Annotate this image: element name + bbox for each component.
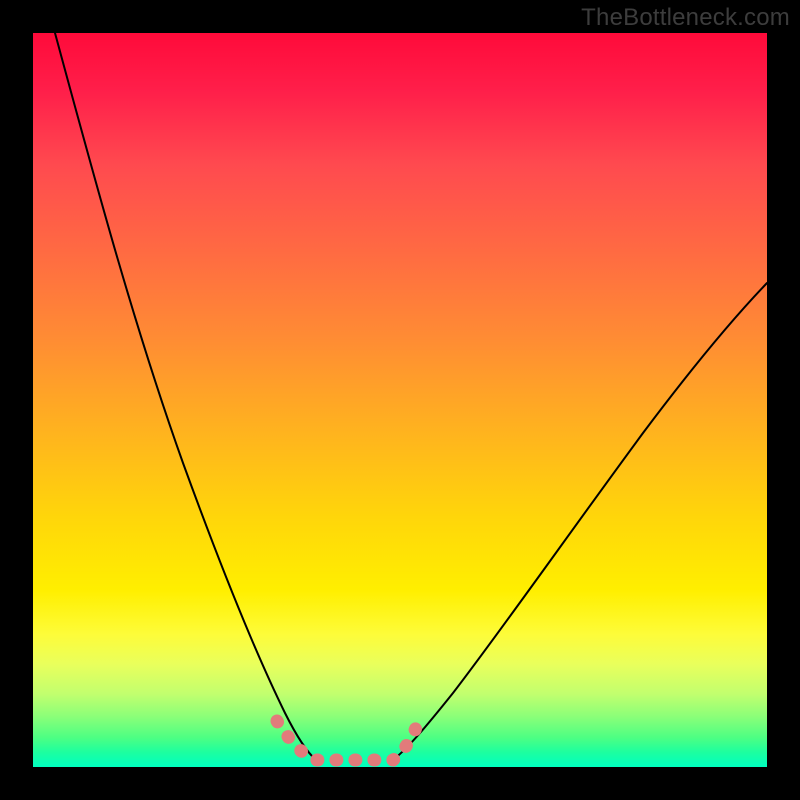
- chart-frame: TheBottleneck.com: [0, 0, 800, 800]
- left-curve: [55, 33, 316, 760]
- right-curve: [393, 283, 767, 760]
- watermark-text: TheBottleneck.com: [581, 4, 790, 32]
- plot-area: [33, 33, 767, 767]
- chart-svg: [33, 33, 767, 767]
